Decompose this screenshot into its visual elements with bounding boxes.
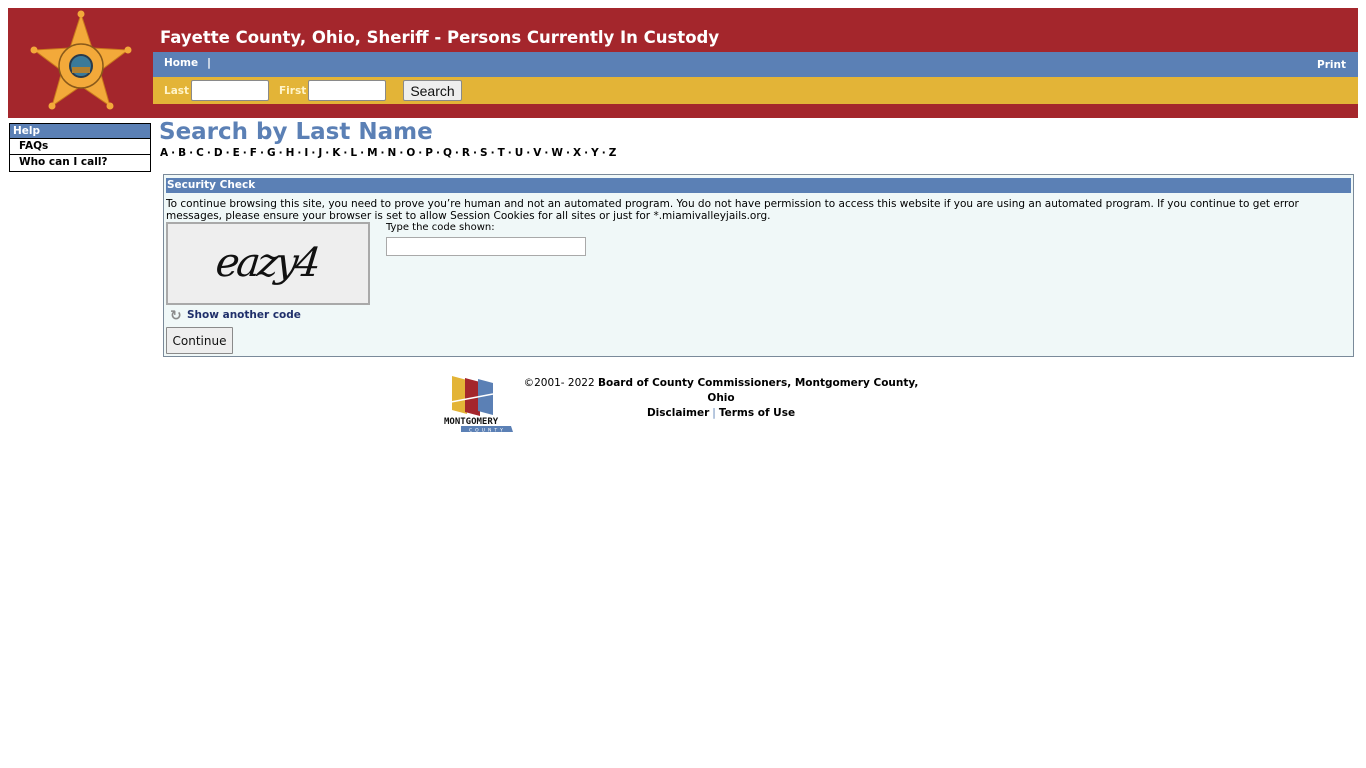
page-title: Search by Last Name xyxy=(159,119,433,145)
captcha-code-input[interactable] xyxy=(386,237,586,256)
help-sidebar: Help FAQs Who can I call? xyxy=(9,123,151,172)
alphabet-letter-w[interactable]: W xyxy=(551,147,563,159)
alphabet-letter-o[interactable]: O xyxy=(406,147,415,159)
alphabet-letter-i[interactable]: I xyxy=(304,147,308,159)
montgomery-county-logo: MONTGOMERY COUNTY xyxy=(444,376,513,434)
last-name-input[interactable] xyxy=(191,80,269,101)
alphabet-letter-b[interactable]: B xyxy=(178,147,186,159)
refresh-icon: ↻ xyxy=(170,308,182,324)
first-name-input[interactable] xyxy=(308,80,386,101)
alphabet-separator: · xyxy=(325,147,330,159)
first-name-label: First xyxy=(279,85,307,97)
alphabet-letter-v[interactable]: V xyxy=(533,147,541,159)
alphabet-separator: · xyxy=(584,147,589,159)
alphabet-separator: · xyxy=(544,147,549,159)
alphabet-separator: · xyxy=(242,147,247,159)
show-another-code-link[interactable]: ↻ Show another code xyxy=(170,308,301,324)
last-name-label: Last xyxy=(164,85,190,97)
alphabet-letter-a[interactable]: A xyxy=(160,147,168,159)
code-label: Type the code shown: xyxy=(386,222,495,233)
copyright-prefix: ©2001- 2022 xyxy=(523,377,595,389)
alphabet-letter-e[interactable]: E xyxy=(233,147,240,159)
alphabet-separator: · xyxy=(380,147,385,159)
nav-bar: Home | Print xyxy=(153,52,1358,77)
alphabet-separator: · xyxy=(435,147,440,159)
alphabet-letter-h[interactable]: H xyxy=(286,147,295,159)
copyright-owner: Board of County Commissioners, Montgomer… xyxy=(598,377,919,404)
alphabet-separator: · xyxy=(473,147,477,159)
header-banner: Fayette County, Ohio, Sheriff - Persons … xyxy=(8,8,1358,118)
alphabet-separator: · xyxy=(311,147,316,159)
alphabet-letter-q[interactable]: Q xyxy=(443,147,452,159)
alphabet-separator: · xyxy=(507,147,512,159)
alphabet-separator: · xyxy=(297,147,302,159)
search-bar: Last First Search xyxy=(153,77,1358,104)
captcha-image: eazy4 xyxy=(166,222,370,305)
alphabet-separator: · xyxy=(343,147,348,159)
footer-separator: | xyxy=(712,407,716,419)
alphabet-letter-t[interactable]: T xyxy=(498,147,505,159)
alphabet-separator: · xyxy=(526,147,531,159)
sidebar-heading: Help xyxy=(10,124,150,139)
alphabet-letter-y[interactable]: Y xyxy=(591,147,599,159)
alphabet-separator: · xyxy=(278,147,283,159)
alphabet-letter-z[interactable]: Z xyxy=(609,147,617,159)
alphabet-separator: · xyxy=(206,147,211,159)
alphabet-separator: · xyxy=(566,147,570,159)
security-message: To continue browsing this site, you need… xyxy=(166,198,1299,222)
alphabet-separator: · xyxy=(259,147,264,159)
alphabet-nav: A · B · C · D · E · F · G · H · I · J · K · L · M · N · O · P · Q · R · S · T ·… xyxy=(160,147,616,159)
search-button[interactable]: Search xyxy=(403,80,462,101)
alphabet-separator: · xyxy=(418,147,423,159)
alphabet-letter-j[interactable]: J xyxy=(318,147,322,159)
disclaimer-link[interactable]: Disclaimer xyxy=(647,407,709,419)
security-check-heading: Security Check xyxy=(166,178,1351,193)
logo-text: MONTGOMERY xyxy=(444,417,499,427)
alphabet-letter-r[interactable]: R xyxy=(462,147,470,159)
alphabet-letter-k[interactable]: K xyxy=(332,147,340,159)
alphabet-letter-m[interactable]: M xyxy=(367,147,377,159)
sidebar-item-faqs[interactable]: FAQs xyxy=(10,139,150,155)
alphabet-letter-x[interactable]: X xyxy=(573,147,581,159)
continue-button[interactable]: Continue xyxy=(166,327,233,354)
terms-of-use-link[interactable]: Terms of Use xyxy=(719,407,795,419)
sheriff-badge-logo xyxy=(30,10,132,110)
captcha-text: eazy4 xyxy=(213,240,321,286)
alphabet-letter-s[interactable]: S xyxy=(480,147,488,159)
alphabet-separator: · xyxy=(454,147,459,159)
site-title: Fayette County, Ohio, Sheriff - Persons … xyxy=(160,28,720,47)
logo-subtext: COUNTY xyxy=(469,428,506,434)
nav-home-link[interactable]: Home xyxy=(164,57,198,69)
show-another-code-label: Show another code xyxy=(187,309,301,321)
nav-print-link[interactable]: Print xyxy=(1317,59,1346,71)
alphabet-letter-l[interactable]: L xyxy=(350,147,357,159)
alphabet-letter-u[interactable]: U xyxy=(515,147,524,159)
alphabet-separator: · xyxy=(171,147,176,159)
alphabet-letter-c[interactable]: C xyxy=(196,147,204,159)
alphabet-letter-g[interactable]: G xyxy=(267,147,276,159)
alphabet-letter-d[interactable]: D xyxy=(214,147,223,159)
alphabet-separator: · xyxy=(189,147,194,159)
sidebar-item-who-can-i-call[interactable]: Who can I call? xyxy=(10,155,150,171)
alphabet-separator: · xyxy=(490,147,495,159)
alphabet-separator: · xyxy=(399,147,404,159)
nav-separator: | xyxy=(207,56,212,69)
alphabet-separator: · xyxy=(225,147,230,159)
alphabet-letter-f[interactable]: F xyxy=(250,147,257,159)
security-check-panel: Security Check To continue browsing this… xyxy=(163,174,1354,357)
alphabet-separator: · xyxy=(601,147,606,159)
alphabet-letter-n[interactable]: N xyxy=(388,147,397,159)
footer: ©2001- 2022 Board of County Commissioner… xyxy=(515,376,927,421)
alphabet-separator: · xyxy=(360,147,365,159)
alphabet-letter-p[interactable]: P xyxy=(425,147,433,159)
